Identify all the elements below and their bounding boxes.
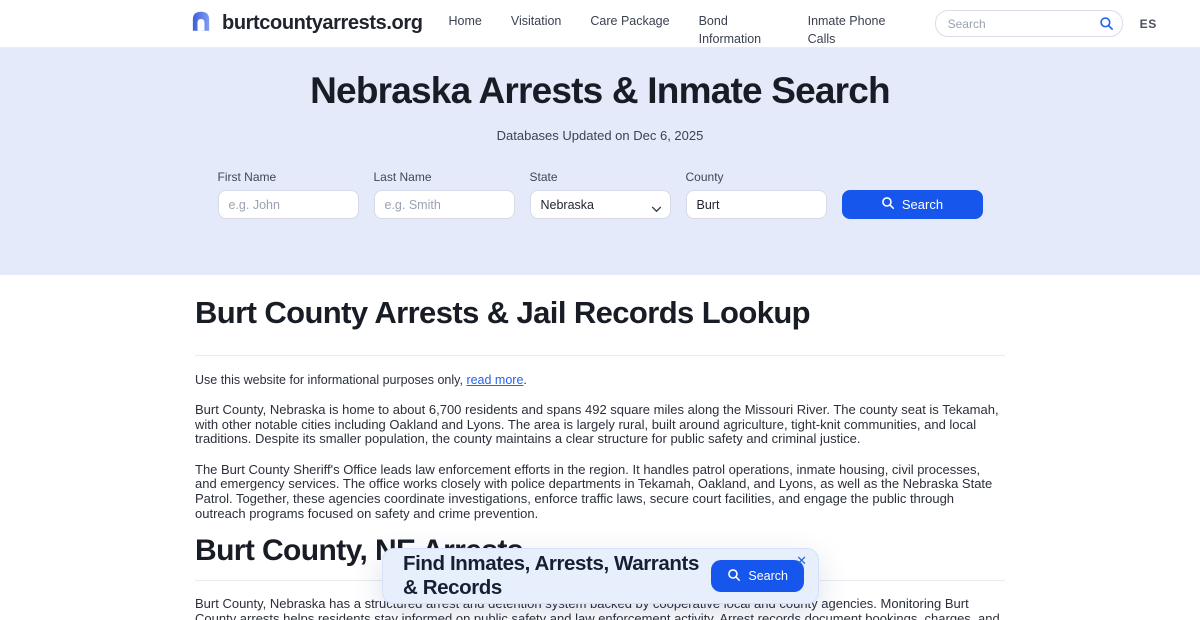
state-label: State — [529, 170, 558, 184]
header-search-input[interactable] — [934, 10, 1123, 37]
nav-item-visitation[interactable]: Visitation — [511, 12, 562, 30]
toast-search-button[interactable]: Search — [711, 560, 804, 592]
nav-item-bond-information[interactable]: Bond Information — [699, 12, 779, 48]
state-field: State Nebraska — [529, 170, 671, 219]
toast-search-label: Search — [748, 569, 788, 583]
search-icon — [727, 568, 741, 585]
search-submit-button[interactable]: Search — [841, 190, 983, 219]
page-title: Nebraska Arrests & Inmate Search — [310, 70, 891, 111]
updated-date: Databases Updated on Dec 6, 2025 — [496, 128, 704, 143]
disclaimer-text: Use this website for informational purpo… — [195, 373, 467, 387]
first-name-input[interactable] — [217, 190, 359, 219]
first-name-label: First Name — [217, 170, 277, 184]
divider — [195, 355, 1005, 356]
brand-name: burtcountyarrests.org — [222, 12, 423, 34]
county-field: County — [685, 170, 827, 219]
disclaimer-suffix: . — [523, 373, 527, 387]
toast-title: Find Inmates, Arrests, Warrants & Record… — [403, 552, 699, 599]
site-logo[interactable]: burtcountyarrests.org — [188, 8, 423, 39]
site-header: burtcountyarrests.org Home Visitation Ca… — [0, 0, 1200, 48]
last-name-input[interactable] — [373, 190, 515, 219]
search-submit-label: Search — [901, 197, 944, 212]
disclaimer: Use this website for informational purpo… — [195, 373, 1005, 387]
main-nav: Home Visitation Care Package Bond Inform… — [449, 0, 917, 48]
county-overview-paragraph: Burt County, Nebraska is home to about 6… — [195, 402, 999, 447]
county-label: County — [685, 170, 724, 184]
search-promo-toast: Find Inmates, Arrests, Warrants & Record… — [382, 548, 819, 604]
nav-item-home[interactable]: Home — [449, 12, 482, 30]
last-name-label: Last Name — [373, 170, 432, 184]
inmate-search-form: First Name Last Name State Nebraska Coun… — [0, 170, 1200, 219]
read-more-link[interactable]: read more — [466, 373, 523, 387]
header-search — [934, 10, 1123, 37]
search-icon — [1099, 16, 1114, 36]
first-name-field: First Name — [217, 170, 359, 219]
search-icon — [881, 196, 895, 213]
nav-item-care-package[interactable]: Care Package — [590, 12, 669, 30]
lookup-heading: Burt County Arrests & Jail Records Looku… — [195, 295, 811, 330]
language-toggle[interactable]: ES — [1140, 17, 1157, 31]
state-select[interactable]: Nebraska — [529, 190, 671, 219]
sheriff-overview-paragraph: The Burt County Sheriff's Office leads l… — [195, 461, 993, 521]
county-input[interactable] — [685, 190, 827, 219]
nav-item-inmate-phone-calls[interactable]: Inmate Phone Calls — [808, 12, 888, 48]
last-name-field: Last Name — [373, 170, 515, 219]
arch-house-icon — [188, 8, 214, 39]
hero-section: Nebraska Arrests & Inmate Search Databas… — [0, 48, 1200, 275]
close-icon[interactable]: ✕ — [796, 552, 807, 570]
